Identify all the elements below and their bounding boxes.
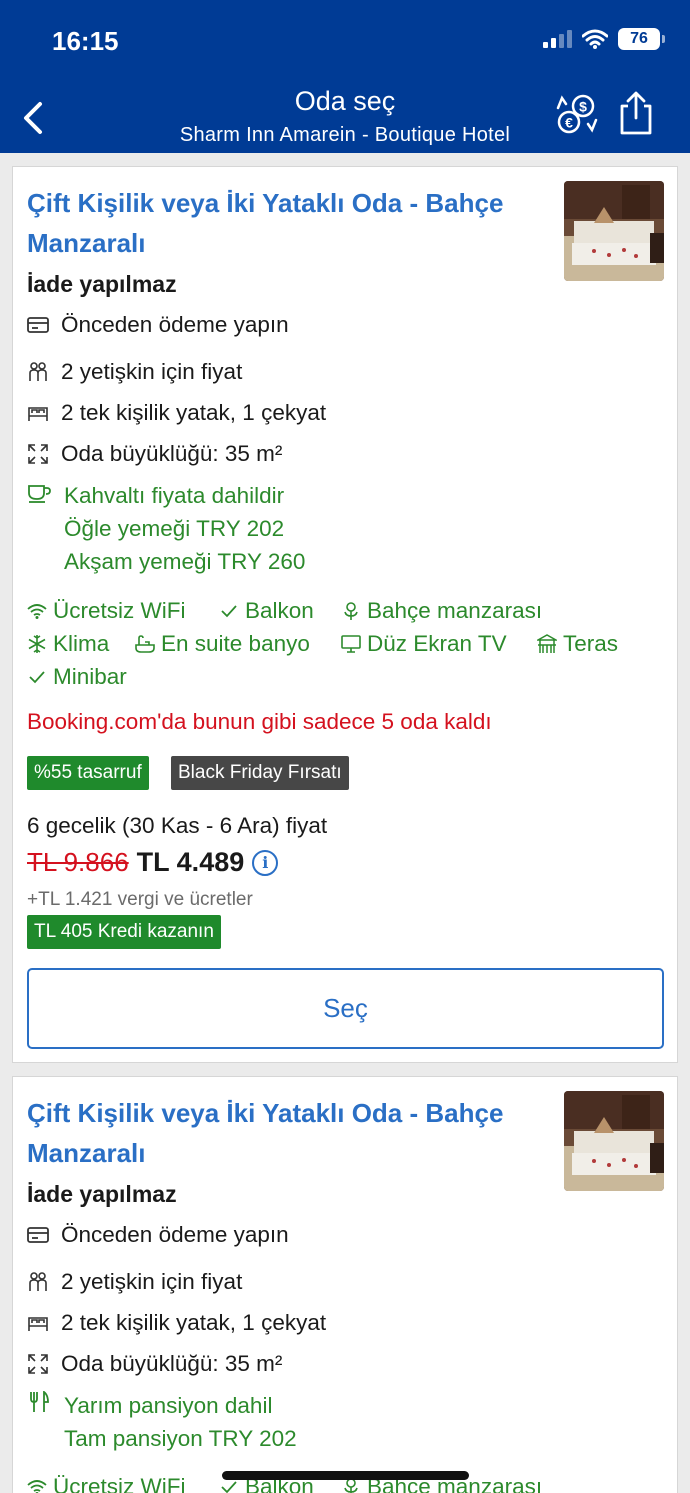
credit-badge: TL 405 Kredi kazanın bbox=[27, 915, 221, 949]
svg-text:$: $ bbox=[579, 99, 587, 115]
snowflake-icon bbox=[27, 634, 47, 654]
monitor-icon bbox=[341, 634, 361, 654]
cellular-signal-icon bbox=[543, 30, 572, 48]
payment-text: Önceden ödeme yapın bbox=[61, 1222, 289, 1247]
scarcity-message: Booking.com'da bunun gibi sadece 5 oda k… bbox=[27, 709, 492, 734]
select-button[interactable]: Seç bbox=[27, 968, 664, 1049]
flower-icon bbox=[341, 601, 361, 621]
room-card: Çift Kişilik veya İki Yataklı Oda - Bahç… bbox=[12, 1076, 678, 1493]
checkmark-icon bbox=[219, 601, 239, 621]
cancellation-policy: İade yapılmaz bbox=[27, 1181, 177, 1207]
facility-balcony: Balkon bbox=[219, 598, 314, 624]
coffee-cup-icon bbox=[28, 485, 51, 503]
meal-half-board: Yarım pansiyon dahil bbox=[64, 1393, 273, 1418]
room-title[interactable]: Çift Kişilik veya İki Yataklı Oda - Bahç… bbox=[27, 183, 547, 263]
wifi-icon bbox=[582, 29, 608, 49]
wifi-icon bbox=[27, 1477, 47, 1493]
facility-bathroom: En suite banyo bbox=[135, 631, 310, 657]
size-row: Oda büyüklüğü: 35 m² bbox=[27, 1351, 282, 1377]
facility-wifi: Ücretsiz WiFi bbox=[27, 598, 185, 624]
beds-text: 2 tek kişilik yatak, 1 çekyat bbox=[61, 1310, 327, 1335]
currency-exchange-icon[interactable]: $ € bbox=[554, 92, 600, 136]
info-icon[interactable]: i bbox=[252, 849, 279, 876]
share-icon[interactable] bbox=[616, 90, 656, 136]
beds-row: 2 tek kişilik yatak, 1 çekyat bbox=[27, 400, 326, 426]
meal-lunch: Öğle yemeği TRY 202 bbox=[64, 516, 285, 541]
original-price: TL 9.866 bbox=[27, 847, 129, 877]
bed-icon bbox=[27, 1312, 49, 1334]
facility-terrace: Teras bbox=[537, 631, 618, 657]
discounted-price: TL 4.489 bbox=[136, 847, 245, 877]
room-photo[interactable] bbox=[564, 1091, 664, 1191]
beds-row: 2 tek kişilik yatak, 1 çekyat bbox=[27, 1310, 326, 1336]
facility-minibar: Minibar bbox=[27, 664, 127, 690]
guests-row: 2 yetişkin için fiyat bbox=[27, 359, 242, 385]
app-header: 16:15 76 Oda seç Sharm Inn Amarein - Bou… bbox=[0, 0, 690, 153]
payment-row: Önceden ödeme yapın bbox=[27, 312, 289, 338]
home-indicator bbox=[222, 1471, 469, 1480]
svg-text:€: € bbox=[565, 115, 573, 131]
stay-duration: 6 gecelik (30 Kas - 6 Ara) fiyat bbox=[27, 813, 328, 838]
fork-knife-icon bbox=[30, 1391, 49, 1412]
meal-breakfast: Kahvaltı fiyata dahildir bbox=[64, 483, 285, 508]
people-icon bbox=[27, 1271, 49, 1293]
price-line: TL 9.866 TL 4.489 i bbox=[27, 847, 279, 878]
meals-block: Kahvaltı fiyata dahildir Öğle yemeği TRY… bbox=[27, 479, 427, 579]
beds-text: 2 tek kişilik yatak, 1 çekyat bbox=[61, 400, 327, 425]
status-time: 16:15 bbox=[52, 26, 119, 56]
cancellation-policy: İade yapılmaz bbox=[27, 271, 177, 297]
card-icon bbox=[27, 314, 49, 336]
wifi-icon bbox=[27, 601, 47, 621]
size-text: Oda büyüklüğü: 35 m² bbox=[61, 441, 283, 466]
savings-badge: %55 tasarruf bbox=[27, 756, 149, 790]
payment-row: Önceden ödeme yapın bbox=[27, 1222, 289, 1248]
meals-block: Yarım pansiyon dahil Tam pansiyon TRY 20… bbox=[27, 1389, 427, 1459]
size-text: Oda büyüklüğü: 35 m² bbox=[61, 1351, 283, 1376]
expand-icon bbox=[27, 1353, 49, 1375]
room-card: Çift Kişilik veya İki Yataklı Oda - Bahç… bbox=[12, 166, 678, 1063]
status-icons: 76 bbox=[543, 28, 665, 50]
expand-icon bbox=[27, 443, 49, 465]
guests-text: 2 yetişkin için fiyat bbox=[61, 1269, 243, 1294]
people-icon bbox=[27, 361, 49, 383]
size-row: Oda büyüklüğü: 35 m² bbox=[27, 441, 282, 467]
facility-wifi: Ücretsiz WiFi bbox=[27, 1474, 185, 1493]
bathtub-icon bbox=[135, 634, 155, 654]
meal-dinner: Akşam yemeği TRY 260 bbox=[64, 549, 306, 574]
facility-ac: Klima bbox=[27, 631, 109, 657]
taxes-text: +TL 1.421 vergi ve ücretler bbox=[27, 889, 253, 910]
room-title[interactable]: Çift Kişilik veya İki Yataklı Oda - Bahç… bbox=[27, 1093, 547, 1173]
guests-row: 2 yetişkin için fiyat bbox=[27, 1269, 242, 1295]
room-photo[interactable] bbox=[564, 181, 664, 281]
card-icon bbox=[27, 1224, 49, 1246]
bed-icon bbox=[27, 402, 49, 424]
terrace-icon bbox=[537, 634, 557, 654]
checkmark-icon bbox=[27, 667, 47, 687]
deal-badge: Black Friday Fırsatı bbox=[171, 756, 349, 790]
battery-icon: 76 bbox=[618, 28, 665, 50]
payment-text: Önceden ödeme yapın bbox=[61, 312, 289, 337]
meal-full-board: Tam pansiyon TRY 202 bbox=[64, 1426, 297, 1451]
guests-text: 2 yetişkin için fiyat bbox=[61, 359, 243, 384]
facility-tv: Düz Ekran TV bbox=[341, 631, 507, 657]
facility-garden-view: Bahçe manzarası bbox=[341, 598, 542, 624]
